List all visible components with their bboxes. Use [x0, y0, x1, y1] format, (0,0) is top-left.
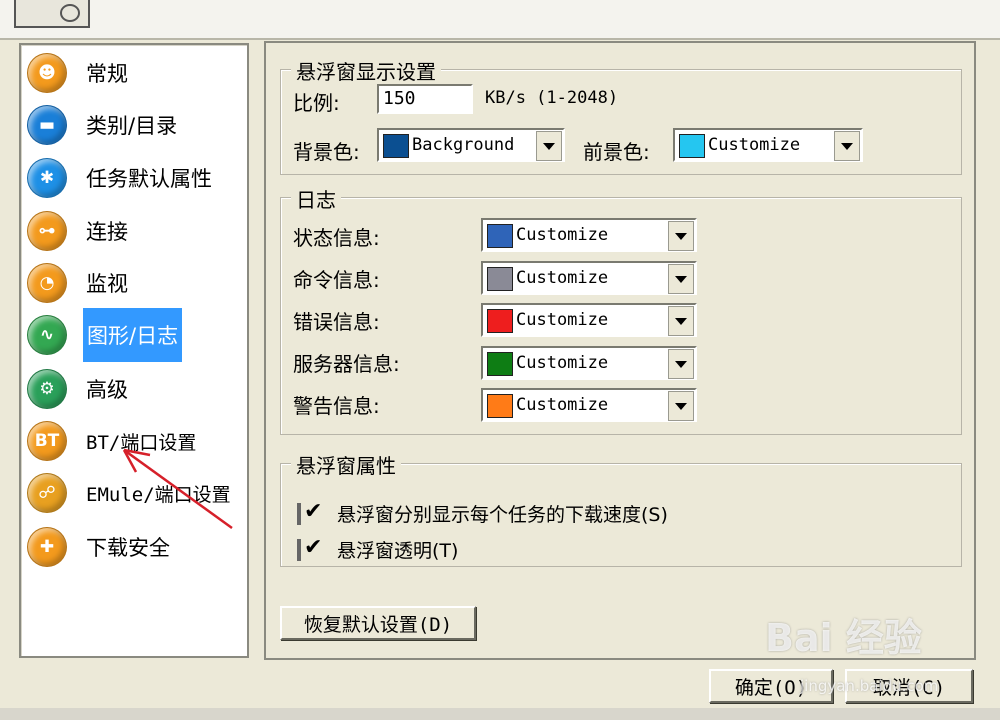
nav-label: 任务默认属性	[86, 167, 212, 191]
color-swatch	[487, 224, 513, 248]
log-server-select[interactable]: Customize	[481, 346, 697, 380]
color-swatch	[487, 309, 513, 333]
select-value: Customize	[516, 225, 609, 245]
nav-label: 图形/日志	[83, 308, 183, 362]
per-task-speed-option[interactable]: 悬浮窗分别显示每个任务的下载速度(S)	[297, 499, 668, 527]
dropdown-arrow-icon[interactable]	[668, 306, 694, 336]
checkbox-label: 悬浮窗透明(T)	[337, 540, 459, 562]
nav-item-graph-log[interactable]: ∿ 图形/日志	[27, 308, 237, 362]
dropdown-arrow-icon[interactable]	[668, 264, 694, 294]
nav-label: EMule/端口设置	[86, 483, 231, 506]
log-status-label: 状态信息:	[293, 226, 380, 250]
shield-plus-icon: ✚	[27, 527, 67, 567]
color-swatch	[487, 352, 513, 376]
select-value: Customize	[516, 310, 609, 330]
log-error-label: 错误信息:	[293, 310, 380, 334]
dropdown-arrow-icon[interactable]	[834, 131, 860, 161]
nav-item-advanced[interactable]: ⚙ 高级	[27, 367, 237, 411]
ratio-input[interactable]: 150	[377, 84, 473, 114]
select-value: Customize	[516, 268, 609, 288]
nav-item-category[interactable]: ▬ 类别/目录	[27, 103, 237, 147]
color-swatch	[679, 134, 705, 158]
group-title: 悬浮窗显示设置	[291, 56, 441, 85]
restore-defaults-button[interactable]: 恢复默认设置(D)	[280, 606, 476, 640]
settings-panel: 悬浮窗显示设置 比例: 150 KB/s (1-2048) 背景色: Backg…	[264, 41, 976, 660]
group-title: 日志	[291, 184, 341, 213]
nav-label: BT/端口设置	[86, 431, 197, 454]
fg-color-label: 前景色:	[583, 140, 650, 164]
settings-nav: ☻ 常规 ▬ 类别/目录 ✱ 任务默认属性 ⊶ 连接 ◔ 监视 ∿ 图形/日志 …	[19, 43, 249, 658]
title-bar	[0, 0, 1000, 40]
log-server-label: 服务器信息:	[293, 352, 400, 376]
float-props-group: 悬浮窗属性 悬浮窗分别显示每个任务的下载速度(S) 悬浮窗透明(T)	[280, 450, 962, 567]
nav-label: 类别/目录	[86, 114, 178, 138]
fg-color-select[interactable]: Customize	[673, 128, 863, 162]
color-swatch	[383, 134, 409, 158]
color-swatch	[487, 394, 513, 418]
nav-label: 监视	[86, 272, 128, 296]
transparent-checkbox[interactable]	[297, 535, 323, 561]
bg-color-label: 背景色:	[293, 140, 360, 164]
log-warning-label: 警告信息:	[293, 394, 380, 418]
folder-icon: ▬	[27, 105, 67, 145]
dropdown-arrow-icon[interactable]	[668, 349, 694, 379]
select-value: Customize	[516, 353, 609, 373]
log-group: 日志 状态信息: Customize 命令信息: Customize 错误信息:…	[280, 184, 962, 435]
select-value: Customize	[516, 395, 609, 415]
nav-label: 连接	[86, 220, 128, 244]
transparent-option[interactable]: 悬浮窗透明(T)	[297, 535, 459, 563]
log-warning-select[interactable]: Customize	[481, 388, 697, 422]
ratio-unit: KB/s (1-2048)	[485, 88, 619, 108]
dropdown-arrow-icon[interactable]	[536, 131, 562, 161]
float-display-group: 悬浮窗显示设置 比例: 150 KB/s (1-2048) 背景色: Backg…	[280, 56, 962, 175]
dropdown-arrow-icon[interactable]	[668, 391, 694, 421]
monitor-icon: ◔	[27, 263, 67, 303]
nav-item-task-defaults[interactable]: ✱ 任务默认属性	[27, 156, 237, 200]
bt-icon: BT	[27, 421, 67, 461]
nav-item-general[interactable]: ☻ 常规	[27, 51, 237, 95]
dropdown-arrow-icon[interactable]	[668, 221, 694, 251]
per-task-speed-checkbox[interactable]	[297, 499, 323, 525]
bottom-edge	[0, 708, 1000, 720]
color-swatch	[487, 267, 513, 291]
emule-icon: ☍	[27, 473, 67, 513]
connection-icon: ⊶	[27, 211, 67, 251]
wheel-icon: ⚙	[27, 369, 67, 409]
asterisk-icon: ✱	[27, 158, 67, 198]
bg-color-select[interactable]: Background	[377, 128, 565, 162]
nav-label: 高级	[86, 378, 128, 402]
app-icon	[14, 0, 90, 28]
nav-label: 下载安全	[86, 536, 170, 560]
nav-item-bt-port[interactable]: BT BT/端口设置	[27, 419, 237, 463]
log-command-label: 命令信息:	[293, 268, 380, 292]
nav-item-monitor[interactable]: ◔ 监视	[27, 261, 237, 305]
graph-icon: ∿	[27, 315, 67, 355]
group-title: 悬浮窗属性	[291, 450, 401, 479]
checkbox-label: 悬浮窗分别显示每个任务的下载速度(S)	[337, 504, 668, 526]
log-status-select[interactable]: Customize	[481, 218, 697, 252]
nav-item-download-security[interactable]: ✚ 下载安全	[27, 525, 237, 569]
log-command-select[interactable]: Customize	[481, 261, 697, 295]
log-error-select[interactable]: Customize	[481, 303, 697, 337]
select-value: Customize	[708, 135, 801, 155]
user-icon: ☻	[27, 53, 67, 93]
nav-item-connection[interactable]: ⊶ 连接	[27, 209, 237, 253]
select-value: Background	[412, 135, 515, 155]
ratio-label: 比例:	[293, 91, 340, 115]
nav-label: 常规	[86, 62, 128, 86]
nav-item-emule-port[interactable]: ☍ EMule/端口设置	[27, 471, 237, 515]
watermark-url: jingyan.baidu.com	[800, 677, 939, 695]
watermark-logo: Bai 经验	[765, 616, 922, 660]
